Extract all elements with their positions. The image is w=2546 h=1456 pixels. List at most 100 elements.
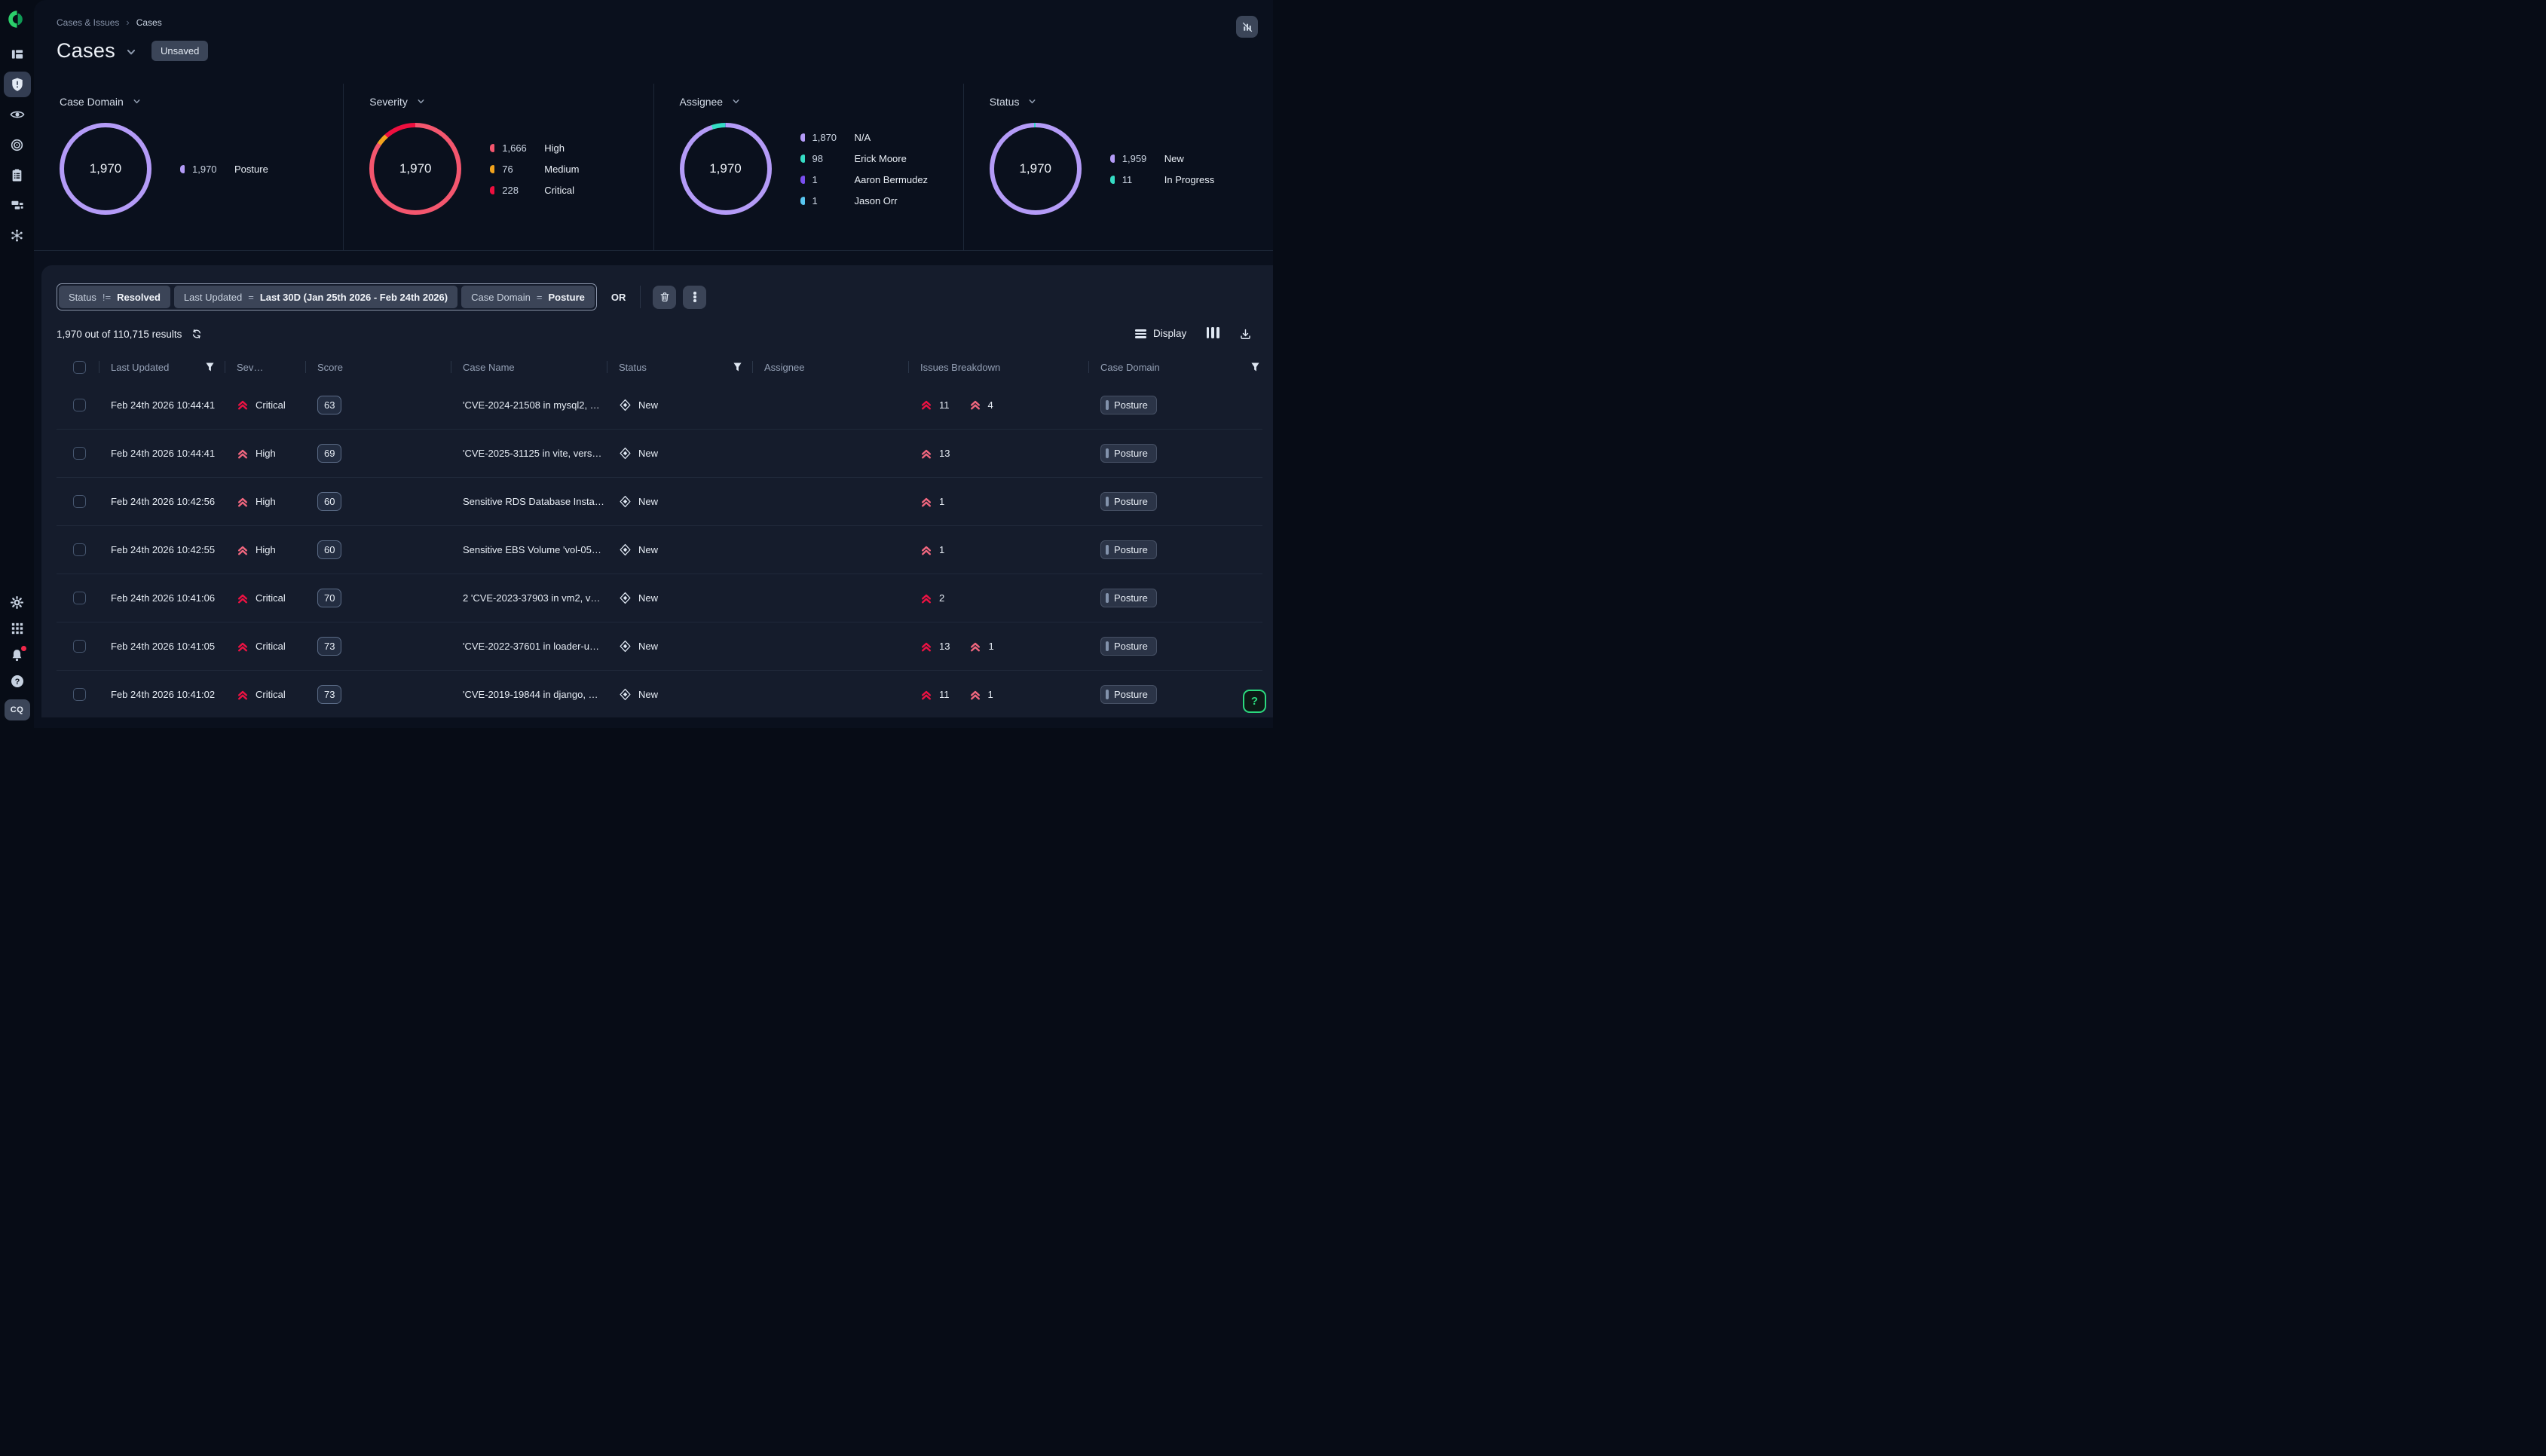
row-checkbox[interactable] (73, 399, 86, 411)
legend-item[interactable]: 11In Progress (1110, 174, 1214, 185)
columns-button[interactable] (1205, 327, 1220, 341)
table-row[interactable]: Feb 24th 2026 10:42:56High60Sensitive RD… (57, 477, 1262, 525)
column-header-domain[interactable]: Case Domain (1088, 356, 1262, 378)
breadcrumb-cases-and-issues[interactable]: Cases & Issues (57, 17, 119, 28)
cell-severity: Critical (225, 689, 305, 701)
hamburger-icon (1135, 328, 1146, 340)
column-label: Score (317, 362, 343, 373)
cell-score: 63 (305, 396, 451, 414)
notifications-button[interactable] (4, 647, 31, 663)
cell-severity: High (225, 448, 305, 460)
hide-charts-button[interactable] (1236, 16, 1258, 38)
legend-item[interactable]: 1,870N/A (800, 132, 929, 143)
table-row[interactable]: Feb 24th 2026 10:41:06Critical702 'CVE-2… (57, 574, 1262, 622)
chart-title[interactable]: Case Domain (60, 96, 141, 108)
chip-operator: != (103, 292, 111, 303)
table-row[interactable]: Feb 24th 2026 10:41:02Critical73'CVE-201… (57, 670, 1262, 718)
filter-funnel-icon[interactable] (1251, 362, 1259, 372)
chart-legend: 1,870N/A 98Erick Moore 1Aaron Bermudez 1Jas… (800, 132, 929, 206)
legend-item[interactable]: 1,970Posture (180, 164, 268, 175)
donut-chart[interactable]: 1,970 (60, 123, 151, 215)
row-checkbox[interactable] (73, 640, 86, 653)
select-all-header[interactable] (67, 356, 99, 378)
cell-case-name[interactable]: Sensitive RDS Database Insta… (451, 496, 607, 507)
row-checkbox[interactable] (73, 688, 86, 701)
donut-chart[interactable]: 1,970 (369, 123, 461, 215)
column-header-score[interactable]: Score (305, 356, 451, 378)
cell-case-name[interactable]: 'CVE-2019-19844 in django, … (451, 689, 607, 700)
sidebar-item-inventory[interactable] (4, 162, 31, 188)
title-chevron-down-icon[interactable] (126, 47, 136, 57)
sidebar-item-cases-issues[interactable] (4, 72, 31, 97)
column-header-status[interactable]: Status (607, 356, 752, 378)
app-logo[interactable] (7, 9, 27, 29)
sidebar-item-threat-graph[interactable] (4, 222, 31, 248)
breadcrumb-cases[interactable]: Cases (136, 17, 162, 28)
help-button[interactable]: ? (1243, 690, 1266, 713)
sidebar-item-detections[interactable] (4, 132, 31, 158)
chart-title[interactable]: Assignee (680, 96, 741, 108)
chart-body: 1,970 1,666High 76Medium 228Critical (369, 123, 653, 215)
score-badge: 60 (317, 492, 341, 511)
chart-slash-icon (1241, 21, 1253, 33)
cell-case-domain: Posture (1088, 492, 1262, 511)
sidebar-item-assets[interactable] (4, 192, 31, 218)
sidebar-item-visibility[interactable] (4, 102, 31, 127)
column-header-updated[interactable]: Last Updated (99, 356, 225, 378)
download-button[interactable] (1239, 328, 1252, 341)
user-avatar[interactable]: CQ (5, 699, 30, 720)
donut-chart[interactable]: 1,970 (990, 123, 1082, 215)
legend-item[interactable]: 98Erick Moore (800, 153, 929, 164)
cell-case-name[interactable]: Sensitive EBS Volume 'vol-05… (451, 544, 607, 555)
row-checkbox[interactable] (73, 592, 86, 604)
filter-funnel-icon[interactable] (206, 362, 214, 372)
refresh-button[interactable] (191, 328, 203, 340)
row-checkbox[interactable] (73, 447, 86, 460)
results-row: 1,970 out of 110,715 results Display (57, 327, 1262, 341)
legend-marker (180, 165, 185, 173)
filter-chip[interactable]: Last Updated=Last 30D (Jan 25th 2026 - F… (174, 286, 457, 308)
filter-funnel-icon[interactable] (733, 362, 742, 372)
filter-chip[interactable]: Case Domain=Posture (461, 286, 595, 308)
column-header-sev[interactable]: Sev… (225, 356, 305, 378)
donut-chart[interactable]: 1,970 (680, 123, 772, 215)
chart-title[interactable]: Severity (369, 96, 425, 108)
delete-filters-button[interactable] (653, 286, 676, 309)
legend-item[interactable]: 1Jason Orr (800, 195, 929, 206)
filter-chip[interactable]: Status!=Resolved (59, 286, 170, 308)
severity-high-icon (237, 544, 249, 556)
table-row[interactable]: Feb 24th 2026 10:41:05Critical73'CVE-202… (57, 622, 1262, 670)
table-row[interactable]: Feb 24th 2026 10:44:41Critical63'CVE-202… (57, 381, 1262, 429)
legend-item[interactable]: 1Aaron Bermudez (800, 174, 929, 185)
cell-score: 73 (305, 637, 451, 656)
chart-card: Severity 1,970 1,666High 76Medium 228Criti… (343, 84, 653, 250)
filter-more-button[interactable] (683, 286, 706, 309)
legend-item[interactable]: 228Critical (490, 185, 579, 196)
column-header-assignee[interactable]: Assignee (752, 356, 908, 378)
settings-button[interactable] (4, 594, 31, 610)
issue-critical-icon (920, 689, 932, 701)
apps-button[interactable] (4, 620, 31, 637)
cell-issues-breakdown: 131 (908, 641, 1088, 653)
table-row[interactable]: Feb 24th 2026 10:44:41High69'CVE-2025-31… (57, 429, 1262, 477)
cell-case-name[interactable]: 2 'CVE-2023-37903 in vm2, v… (451, 592, 607, 604)
severity-high-icon (237, 496, 249, 508)
table-row[interactable]: Feb 24th 2026 10:42:55High60Sensitive EB… (57, 525, 1262, 574)
blocks-icon (11, 198, 24, 212)
column-header-issues[interactable]: Issues Breakdown (908, 356, 1088, 378)
cell-case-name[interactable]: 'CVE-2024-21508 in mysql2, … (451, 399, 607, 411)
display-button[interactable]: Display (1135, 328, 1186, 340)
column-header-name[interactable]: Case Name (451, 356, 607, 378)
chart-title[interactable]: Status (990, 96, 1037, 108)
sidebar-item-dashboards[interactable] (4, 41, 31, 67)
cell-case-name[interactable]: 'CVE-2025-31125 in vite, vers… (451, 448, 607, 459)
legend-item[interactable]: 76Medium (490, 164, 579, 175)
select-all-checkbox[interactable] (73, 361, 86, 374)
row-checkbox[interactable] (73, 495, 86, 508)
legend-item[interactable]: 1,666High (490, 142, 579, 154)
legend-item[interactable]: 1,959New (1110, 153, 1214, 164)
row-checkbox[interactable] (73, 543, 86, 556)
cell-case-name[interactable]: 'CVE-2022-37601 in loader-u… (451, 641, 607, 652)
help-menu-button[interactable]: ? (4, 673, 31, 690)
cell-status: New (607, 688, 752, 701)
